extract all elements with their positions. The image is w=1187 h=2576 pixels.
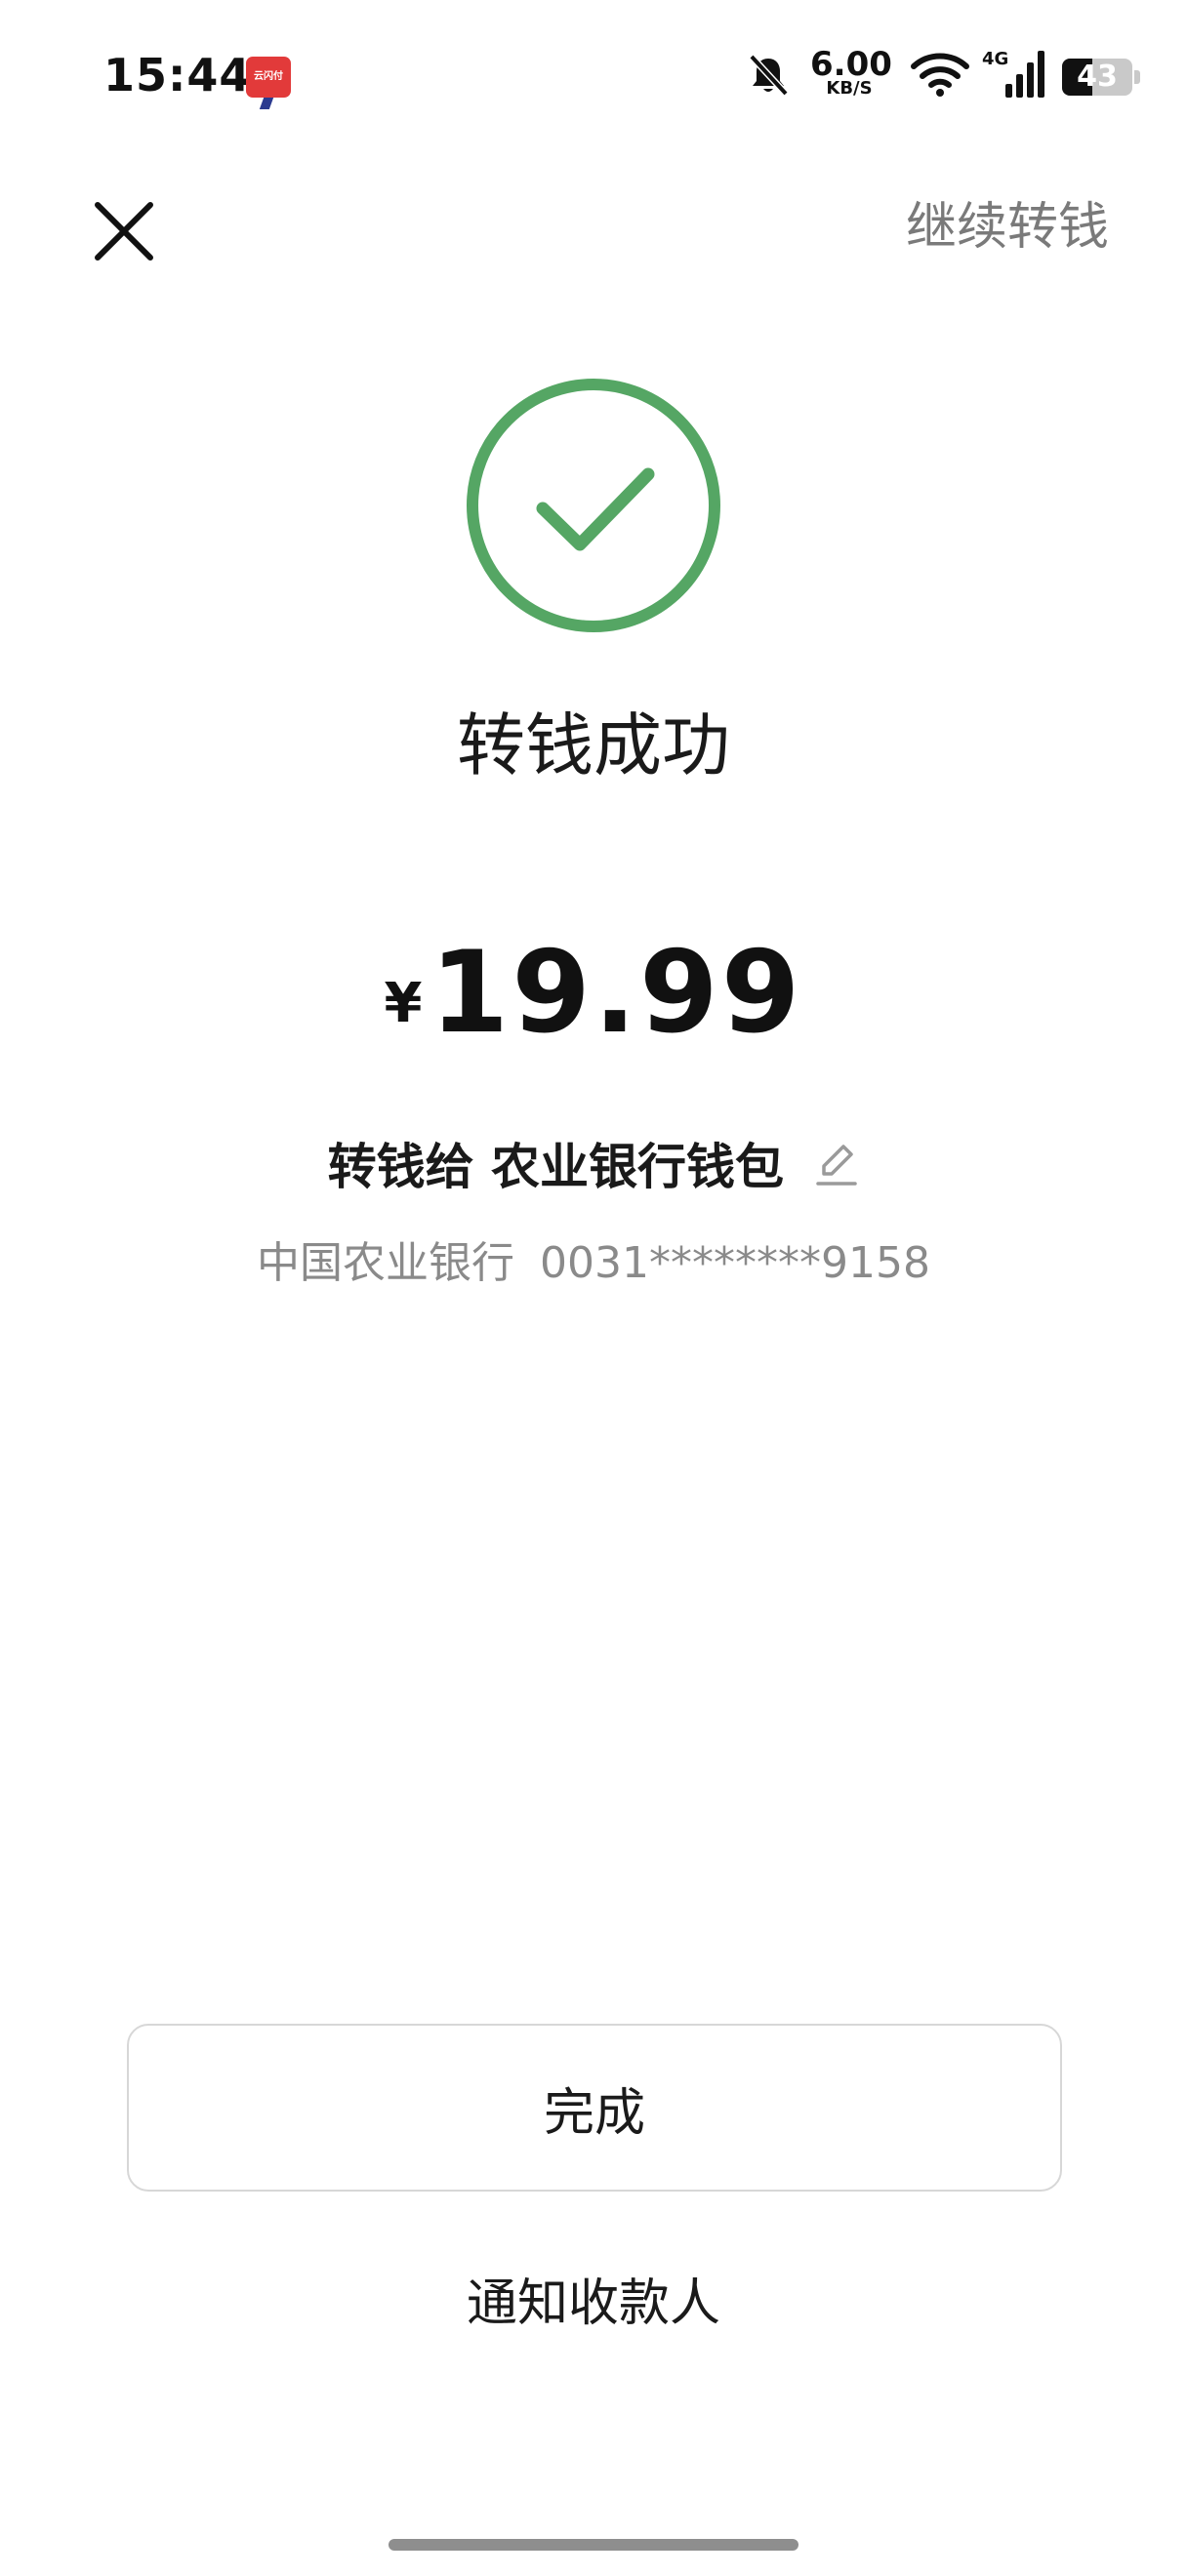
edit-pencil-icon[interactable] [812, 1141, 859, 1189]
success-title: 转钱成功 [457, 705, 730, 785]
status-bar: 15:44 云闪付 6.00 KB/S 4G 43 [0, 0, 1187, 156]
currency-symbol: ¥ [384, 972, 423, 1035]
battery-tip [1134, 70, 1140, 84]
recipient-name: 农业银行钱包 [491, 1139, 784, 1195]
notify-payee-button[interactable]: 通知收款人 [0, 2262, 1187, 2335]
battery-level: 43 [1077, 60, 1118, 94]
bell-muted-icon [749, 54, 789, 97]
success-check-icon [467, 379, 720, 632]
card-number: 0031********9158 [540, 1238, 930, 1288]
app-notification-label: 云闪付 [254, 71, 283, 82]
bank-account-info: 中国农业银行 0031********9158 [0, 1228, 1187, 1290]
bank-name: 中国农业银行 [257, 1238, 515, 1288]
continue-transfer-button[interactable]: 继续转钱 [906, 185, 1109, 259]
transfer-success-screen: 15:44 云闪付 6.00 KB/S 4G 43 继续转钱 转钱成功 ¥19.… [0, 0, 1187, 2576]
transfer-amount: ¥19.99 [0, 927, 1187, 1059]
recipient-prefix: 转钱给 [327, 1139, 474, 1195]
network-speed: 6.00 KB/S [810, 45, 892, 98]
recipient-line: 转钱给 农业银行钱包 [0, 1128, 1187, 1198]
wifi-icon [911, 53, 969, 97]
status-icons: 6.00 KB/S 4G 43 [718, 45, 1187, 103]
app-notification-icon: 云闪付 [246, 57, 291, 98]
battery-icon: 43 [1062, 59, 1132, 96]
status-time: 15:44 [103, 49, 252, 101]
network-speed-value: 6.00 [810, 45, 892, 84]
cellular-signal-icon [1005, 51, 1044, 98]
close-icon[interactable] [88, 195, 160, 267]
home-indicator[interactable] [389, 2539, 798, 2551]
done-button[interactable]: 完成 [127, 2024, 1062, 2192]
amount-value: 19.99 [430, 927, 803, 1059]
